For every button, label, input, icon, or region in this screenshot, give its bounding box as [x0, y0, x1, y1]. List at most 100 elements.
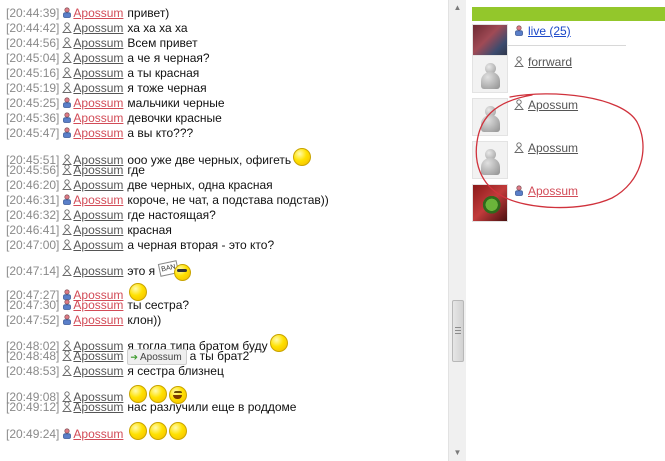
smiley-icon[interactable] [149, 422, 168, 440]
chat-message: [20:46:31] Apossum короче, не чат, а подст… [6, 193, 329, 208]
scroll-down-arrow-icon[interactable]: ▼ [449, 445, 466, 461]
smiley-icon[interactable] [169, 422, 188, 440]
male-user-icon [62, 82, 72, 93]
message-text: а черная вторая - это кто? [127, 238, 275, 252]
male-user-icon [62, 239, 72, 250]
grip-icon [455, 327, 461, 334]
chat-message: [20:49:24] Apossum [6, 422, 188, 441]
avatar[interactable] [472, 184, 508, 222]
message-nick[interactable]: Apossum [73, 313, 123, 327]
message-nick[interactable]: Apossum [73, 400, 123, 414]
message-timestamp: [20:46:31] [6, 193, 60, 207]
avatar[interactable] [472, 141, 508, 179]
mention-nick: Apossum [139, 352, 182, 363]
message-nick[interactable]: Apossum [73, 349, 123, 363]
message-nick[interactable]: Apossum [73, 36, 123, 50]
male-user-icon [62, 67, 72, 78]
chat-message: [20:46:41] Apossum красная [6, 223, 172, 238]
message-nick[interactable]: Apossum [73, 6, 123, 20]
message-nick[interactable]: Apossum [73, 364, 123, 378]
user-name[interactable]: live (25) [528, 24, 571, 38]
user-name[interactable]: Apossum [528, 141, 578, 155]
scroll-up-arrow-icon[interactable]: ▲ [449, 0, 466, 16]
user-list-item[interactable]: Apossum [472, 184, 665, 222]
user-list-item[interactable]: Apossum [472, 141, 665, 179]
message-text: красная [127, 223, 172, 237]
message-nick[interactable]: Apossum [73, 223, 123, 237]
message-nick[interactable]: Apossum [73, 427, 123, 441]
message-text: короче, не чат, а подстава подстав)) [127, 193, 329, 207]
user-list-item[interactable]: forrward [472, 55, 665, 93]
smiley-icon[interactable] [293, 148, 312, 166]
male-user-icon [62, 179, 72, 190]
female-user-icon [514, 185, 524, 196]
user-list-header [472, 7, 665, 21]
female-user-icon [62, 97, 72, 108]
avatar[interactable] [472, 98, 508, 136]
chat-message: [20:44:39] Apossum привет) [6, 6, 169, 21]
chat-scrollbar[interactable]: ▲ ▼ [448, 0, 466, 461]
chat-message: [20:46:20] Apossum две черных, одна красна… [6, 178, 273, 193]
chat-message: [20:45:36] Apossum девочки красные [6, 111, 222, 126]
female-user-icon [62, 112, 72, 123]
message-nick[interactable]: Apossum [73, 298, 123, 312]
avatar[interactable] [472, 55, 508, 93]
male-user-icon [514, 56, 524, 67]
message-nick[interactable]: Apossum [73, 21, 123, 35]
message-nick[interactable]: Apossum [73, 238, 123, 252]
message-timestamp: [20:45:16] [6, 66, 60, 80]
chat-message: [20:47:27] Apossum [6, 283, 148, 302]
user-list-panel: live (25) forrward Apossum Apossum Aposs… [466, 0, 665, 461]
message-text: где настоящая? [127, 208, 216, 222]
message-nick[interactable]: Apossum [73, 66, 123, 80]
message-text: привет) [127, 6, 170, 20]
message-timestamp: [20:44:39] [6, 6, 60, 20]
male-user-icon [62, 37, 72, 48]
message-nick[interactable]: Apossum [73, 96, 123, 110]
female-user-icon [62, 428, 72, 439]
message-nick[interactable]: Apossum [73, 81, 123, 95]
chat-message: [20:47:30] Apossum ты сестра? [6, 298, 189, 313]
chat-message: [20:47:00] Apossum а черная вторая - это к… [6, 238, 274, 253]
smiley-icon[interactable] [129, 422, 148, 440]
mention-chip[interactable]: ➔ Apossum [127, 349, 187, 365]
male-user-icon [514, 142, 524, 153]
chat-message: [20:49:08] Apossum [6, 385, 188, 404]
message-nick[interactable]: Apossum [73, 163, 123, 177]
chat-message: [20:47:14] Apossum это я BAN [6, 260, 193, 281]
message-nick[interactable]: Apossum [73, 51, 123, 65]
message-timestamp: [20:47:30] [6, 298, 60, 312]
message-timestamp: [20:46:20] [6, 178, 60, 192]
message-nick[interactable]: Apossum [73, 208, 123, 222]
message-timestamp: [20:45:25] [6, 96, 60, 110]
message-text: Всем привет [127, 36, 198, 50]
message-timestamp: [20:48:53] [6, 364, 60, 378]
divider [508, 45, 626, 46]
chat-message: [20:45:19] Apossum я тоже черная [6, 81, 207, 96]
message-text: девочки красные [127, 111, 222, 125]
message-nick[interactable]: Apossum [73, 126, 123, 140]
message-nick[interactable]: Apossum [73, 264, 123, 278]
pawn-body [481, 115, 500, 132]
message-text: клон)) [127, 313, 162, 327]
user-name[interactable]: Apossum [528, 184, 578, 198]
user-name[interactable]: Apossum [528, 98, 578, 112]
arrow-icon: ➔ [130, 352, 138, 362]
female-user-icon [62, 7, 72, 18]
chat-message: [20:45:51] Apossum ооо уже две черных, офи… [6, 148, 312, 167]
smiley-icon[interactable] [269, 334, 288, 352]
scroll-thumb[interactable] [452, 300, 464, 362]
sign-smiley-icon[interactable]: BAN [158, 260, 193, 281]
user-name[interactable]: forrward [528, 55, 572, 69]
chat-log[interactable]: [20:44:39] Apossum привет) [20:44:42] Aposs… [0, 0, 448, 461]
male-user-icon [514, 99, 524, 110]
message-timestamp: [20:45:36] [6, 111, 60, 125]
female-user-icon [62, 314, 72, 325]
male-user-icon [62, 164, 72, 175]
user-list-item[interactable]: Apossum [472, 98, 665, 136]
message-nick[interactable]: Apossum [73, 178, 123, 192]
message-nick[interactable]: Apossum [73, 111, 123, 125]
message-nick[interactable]: Apossum [73, 193, 123, 207]
message-timestamp: [20:49:24] [6, 427, 60, 441]
male-user-icon [62, 350, 72, 361]
